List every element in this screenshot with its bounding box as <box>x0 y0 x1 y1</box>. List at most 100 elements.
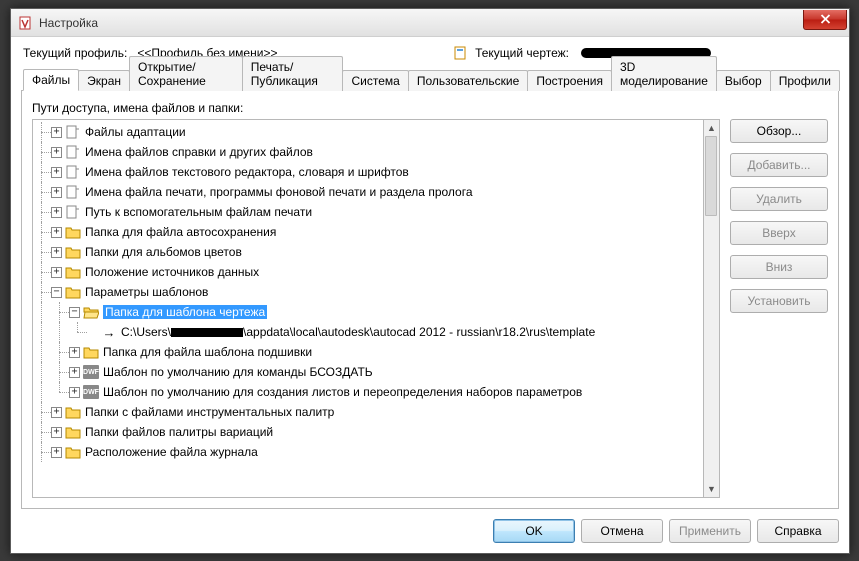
folder-icon <box>65 425 81 439</box>
tree-node-label: Папка для файла шаблона подшивки <box>103 345 312 359</box>
tree-node[interactable]: + Положение источников данных <box>33 262 703 282</box>
tree-node-label: Папки с файлами инструментальных палитр <box>85 405 334 419</box>
tree-expander-icon[interactable]: + <box>51 187 62 198</box>
tree-node-label: Папки файлов палитры вариаций <box>85 425 273 439</box>
tree-node[interactable]: + Файлы адаптации <box>33 122 703 142</box>
move-down-button[interactable]: Вниз <box>730 255 828 279</box>
tree-expander-icon[interactable]: + <box>51 407 62 418</box>
tree-expander-icon[interactable]: + <box>51 167 62 178</box>
dialog-button-bar: OK Отмена Применить Справка <box>21 509 839 543</box>
doc-icon <box>65 125 81 139</box>
scroll-thumb[interactable] <box>705 136 717 216</box>
tree-node[interactable]: + Путь к вспомогательным файлам печати <box>33 202 703 222</box>
tree-node[interactable]: +DWF Шаблон по умолчанию для создания лис… <box>33 382 703 402</box>
tree-expander-icon[interactable]: − <box>69 307 80 318</box>
path-arrow-icon: → <box>101 325 117 340</box>
dwg-template-icon: DWF <box>83 385 99 399</box>
folder-icon <box>83 345 99 359</box>
tree-node-label: Папка для файла автосохранения <box>85 225 276 239</box>
tree-node[interactable]: + Папка для файла автосохранения <box>33 222 703 242</box>
tree-node[interactable]: → C:\Users\ \appdata\local\autodesk\autoca… <box>33 322 703 342</box>
tree-node[interactable]: + Имена файла печати, программы фоновой п… <box>33 182 703 202</box>
window-title: Настройка <box>39 16 803 30</box>
tab-открытие-сохранение[interactable]: Открытие/Сохранение <box>129 56 243 91</box>
tree-expander-icon[interactable]: − <box>51 287 62 298</box>
tree-node[interactable]: + Имена файлов справки и других файлов <box>33 142 703 162</box>
tree-expander-icon[interactable]: + <box>51 427 62 438</box>
tree-node[interactable]: + Папки для альбомов цветов <box>33 242 703 262</box>
tree-expander-icon[interactable]: + <box>69 387 80 398</box>
ok-button[interactable]: OK <box>493 519 575 543</box>
tree-expander-icon[interactable]: + <box>51 207 62 218</box>
tree-node[interactable]: +Расположение файла журнала <box>33 442 703 462</box>
tab-построения[interactable]: Построения <box>527 70 612 91</box>
tree-node-label: Файлы адаптации <box>85 125 186 139</box>
titlebar[interactable]: Настройка <box>11 9 849 37</box>
section-label: Пути доступа, имена файлов и папки: <box>32 101 828 115</box>
tree-node[interactable]: − Папка для шаблона чертежа <box>33 302 703 322</box>
tab-strip: ФайлыЭкранОткрытие/СохранениеПечать/Публ… <box>21 67 839 91</box>
tree-node[interactable]: + Папка для файла шаблона подшивки <box>33 342 703 362</box>
tab-печать-публикация[interactable]: Печать/Публикация <box>242 56 344 91</box>
scroll-up-icon[interactable]: ▲ <box>704 120 719 136</box>
folder-icon <box>65 445 81 459</box>
tree-scrollbar[interactable]: ▲ ▼ <box>704 119 720 498</box>
tree-node[interactable]: + Имена файлов текстового редактора, слов… <box>33 162 703 182</box>
folder-icon <box>65 285 81 299</box>
folder-icon <box>65 405 81 419</box>
drawing-icon <box>453 45 469 61</box>
current-profile-label: Текущий профиль: <box>23 46 127 60</box>
tree-expander-icon[interactable]: + <box>51 267 62 278</box>
tree-node-label: Имена файлов текстового редактора, слова… <box>85 165 409 179</box>
tab-экран[interactable]: Экран <box>78 70 130 91</box>
tree-node[interactable]: +DWFШаблон по умолчанию для команды БСОЗ… <box>33 362 703 382</box>
browse-button[interactable]: Обзор... <box>730 119 828 143</box>
doc-icon <box>65 165 81 179</box>
tree-expander-icon[interactable]: + <box>51 247 62 258</box>
folder-icon <box>65 265 81 279</box>
folder-open-icon <box>83 305 99 319</box>
tree-node-path: C:\Users\ <box>121 325 171 339</box>
tree-node-label: Папки для альбомов цветов <box>85 245 242 259</box>
tab-пользовательские[interactable]: Пользовательские <box>408 70 529 91</box>
tree-node-label: Путь к вспомогательным файлам печати <box>85 205 312 219</box>
scroll-down-icon[interactable]: ▼ <box>704 481 719 497</box>
help-button[interactable]: Справка <box>757 519 839 543</box>
tree-expander-icon[interactable]: + <box>51 147 62 158</box>
dwg-template-icon: DWF <box>83 365 99 379</box>
doc-icon <box>65 205 81 219</box>
tab-3d-моделирование[interactable]: 3D моделирование <box>611 56 717 91</box>
delete-button[interactable]: Удалить <box>730 187 828 211</box>
tab-профили[interactable]: Профили <box>770 70 840 91</box>
app-icon <box>17 15 33 31</box>
tree-expander-icon[interactable]: + <box>51 227 62 238</box>
doc-icon <box>65 185 81 199</box>
tab-система[interactable]: Система <box>342 70 408 91</box>
tab-файлы[interactable]: Файлы <box>23 69 79 91</box>
tree-node[interactable]: + Папки с файлами инструментальных палитр <box>33 402 703 422</box>
set-button[interactable]: Установить <box>730 289 828 313</box>
folder-icon <box>65 245 81 259</box>
tree-node-label: Папка для шаблона чертежа <box>103 305 267 319</box>
settings-window: Настройка Текущий профиль: <<Профиль без… <box>10 8 850 554</box>
tree-node-label: Положение источников данных <box>85 265 259 279</box>
tree-expander-icon[interactable]: + <box>51 127 62 138</box>
tree-expander-icon[interactable]: + <box>51 447 62 458</box>
tree-expander-icon[interactable]: + <box>69 367 80 378</box>
tree-node-label: Имена файла печати, программы фоновой пе… <box>85 185 473 199</box>
tree-node-label: Шаблон по умолчанию для создания листов … <box>103 385 582 399</box>
apply-button[interactable]: Применить <box>669 519 751 543</box>
tab-content-files: Пути доступа, имена файлов и папки: + Фай… <box>21 91 839 509</box>
tree-node[interactable]: + Папки файлов палитры вариаций <box>33 422 703 442</box>
paths-tree[interactable]: + Файлы адаптации + Имена файлов справки и … <box>32 119 704 498</box>
tab-выбор[interactable]: Выбор <box>716 70 771 91</box>
current-drawing-label: Текущий чертеж: <box>475 46 569 60</box>
close-button[interactable] <box>803 10 847 30</box>
tree-node[interactable]: −Параметры шаблонов <box>33 282 703 302</box>
tree-expander-icon[interactable]: + <box>69 347 80 358</box>
cancel-button[interactable]: Отмена <box>581 519 663 543</box>
move-up-button[interactable]: Вверх <box>730 221 828 245</box>
tree-node-path: \appdata\local\autodesk\autocad 2012 - r… <box>243 325 595 339</box>
add-button[interactable]: Добавить... <box>730 153 828 177</box>
tree-node-label: Имена файлов справки и других файлов <box>85 145 313 159</box>
